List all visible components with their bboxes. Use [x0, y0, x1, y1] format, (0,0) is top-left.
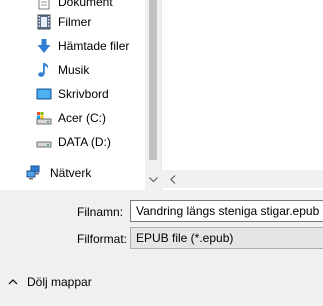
navigation-pane: Dokument Filmer Hämtade filer Musik Skri	[0, 0, 161, 190]
nav-item-drive-c[interactable]: Acer (C:)	[0, 107, 145, 129]
navigation-scrollbar[interactable]	[145, 0, 161, 190]
scrollbar-thumb[interactable]	[149, 0, 157, 160]
documents-icon	[36, 0, 52, 10]
nav-item-drive-d[interactable]: DATA (D:)	[0, 131, 145, 153]
scroll-left-arrow-icon[interactable]	[165, 171, 181, 187]
nav-item-label: Filmer	[58, 15, 92, 29]
nav-item-videos[interactable]: Filmer	[0, 11, 145, 33]
hide-folders-button[interactable]: Dölj mappar	[8, 273, 92, 291]
nav-item-label: Hämtade filer	[58, 39, 130, 53]
file-list-horizontal-scrollbar[interactable]	[161, 170, 323, 188]
downloads-icon	[36, 38, 52, 54]
network-icon	[26, 165, 42, 181]
filename-input[interactable]: Vandring längs steniga stigar.epub	[130, 200, 323, 222]
filetype-select[interactable]: EPUB file (*.epub)	[130, 227, 323, 249]
desktop-icon	[36, 86, 52, 102]
filename-label: Filnamn:	[77, 205, 124, 219]
scroll-down-arrow-icon[interactable]	[145, 172, 161, 188]
nav-item-network[interactable]: Nätverk	[0, 162, 145, 184]
music-icon	[36, 62, 52, 78]
drive-d-icon	[36, 134, 52, 150]
nav-item-label: Nätverk	[50, 166, 92, 180]
nav-item-label: Dokument	[58, 0, 113, 9]
hide-folders-label: Dölj mappar	[27, 275, 92, 289]
nav-item-label: Skrivbord	[58, 87, 109, 101]
nav-item-music[interactable]: Musik	[0, 59, 145, 81]
nav-item-label: Musik	[58, 63, 90, 77]
filetype-label: Filformat:	[77, 232, 128, 246]
save-dialog: Dokument Filmer Hämtade filer Musik Skri	[0, 0, 323, 306]
nav-item-label: Acer (C:)	[58, 111, 106, 125]
nav-item-label: DATA (D:)	[58, 135, 111, 149]
nav-item-desktop[interactable]: Skrivbord	[0, 83, 145, 105]
chevron-up-icon	[8, 277, 18, 287]
file-list-pane	[161, 0, 323, 190]
videos-icon	[36, 14, 52, 30]
nav-item-downloads[interactable]: Hämtade filer	[0, 35, 145, 57]
drive-c-icon	[36, 110, 52, 126]
